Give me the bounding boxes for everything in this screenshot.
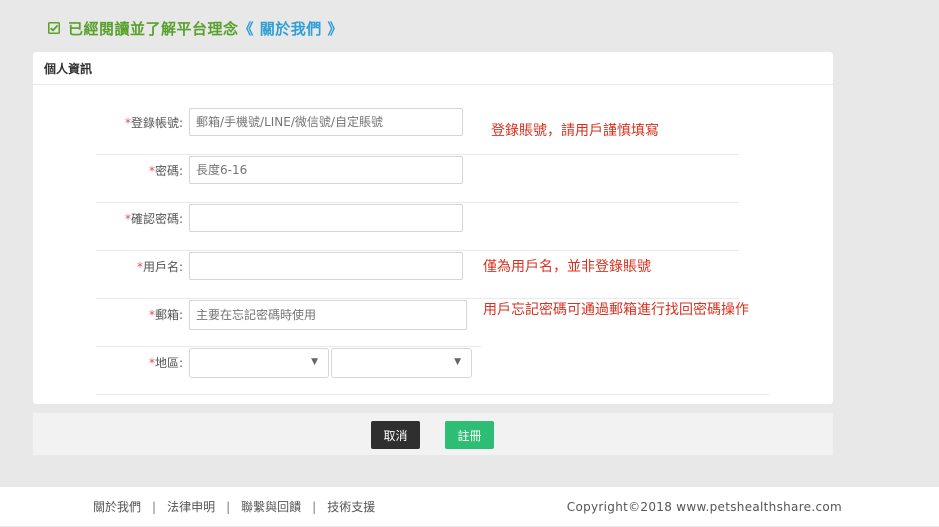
region-select-1[interactable]: ▼ [189,348,329,378]
panel-header: 個人資訊 [33,52,833,85]
email-note: 用戶忘記密碼可通過郵箱進行找回密碼操作 [483,302,749,318]
chevron-down-icon: ▼ [454,357,461,367]
footer-links: 關於我們 | 法律申明 | 聯繫與回饋 | 技術支援 [93,500,376,514]
footer: 關於我們 | 法律申明 | 聯繫與回饋 | 技術支援 Copyright©2018 www.… [0,487,939,526]
email-label: *郵箱: [148,308,183,322]
about-us-link[interactable]: 《 關於我們 》 [239,18,343,39]
account-note: 登錄賬號，請用戶謹慎填寫 [491,123,659,139]
confirm-password-input[interactable] [189,204,463,232]
agreement-text: 已經閱讀並了解平台理念 [68,19,239,38]
checkbox-checked-icon[interactable] [48,22,60,34]
username-label: *用戶名: [136,260,183,274]
form-row-password: *密碼: [96,156,739,203]
chevron-down-icon: ▼ [311,357,318,367]
username-note: 僅為用戶名，並非登錄賬號 [483,259,651,275]
footer-link-support[interactable]: 技術支援 [327,500,375,514]
form-row-email: *郵箱: [96,300,481,347]
account-input[interactable] [189,108,463,136]
confirm-label: *確認密碼: [124,212,183,226]
cancel-button[interactable]: 取消 [371,421,420,449]
footer-link-about[interactable]: 關於我們 [93,500,141,514]
panel-title: 個人資訊 [44,61,93,76]
region-label: *地區: [148,356,183,370]
agreement-line: 已經閱讀並了解平台理念 《 關於我們 》 [48,17,343,39]
password-label: *密碼: [148,164,183,178]
username-input[interactable] [189,252,463,280]
footer-link-contact[interactable]: 聯繫與回饋 [241,500,301,514]
region-select-2[interactable]: ▼ [331,348,472,378]
copyright: Copyright©2018 www.petshealthshare.com [566,500,842,514]
register-button[interactable]: 註冊 [445,421,494,449]
email-input[interactable] [189,300,467,330]
personal-info-panel: 個人資訊 *登錄帳號: *密碼: *確認密碼: *用戶名: *郵箱: *地區: … [33,52,833,404]
form-row-confirm: *確認密碼: [96,204,739,251]
action-bar: 取消 註冊 [33,413,833,455]
footer-link-legal[interactable]: 法律申明 [167,500,215,514]
password-input[interactable] [189,156,463,184]
account-label: *登錄帳號: [124,116,183,130]
form-row-region: *地區: ▼ ▼ [96,348,769,395]
